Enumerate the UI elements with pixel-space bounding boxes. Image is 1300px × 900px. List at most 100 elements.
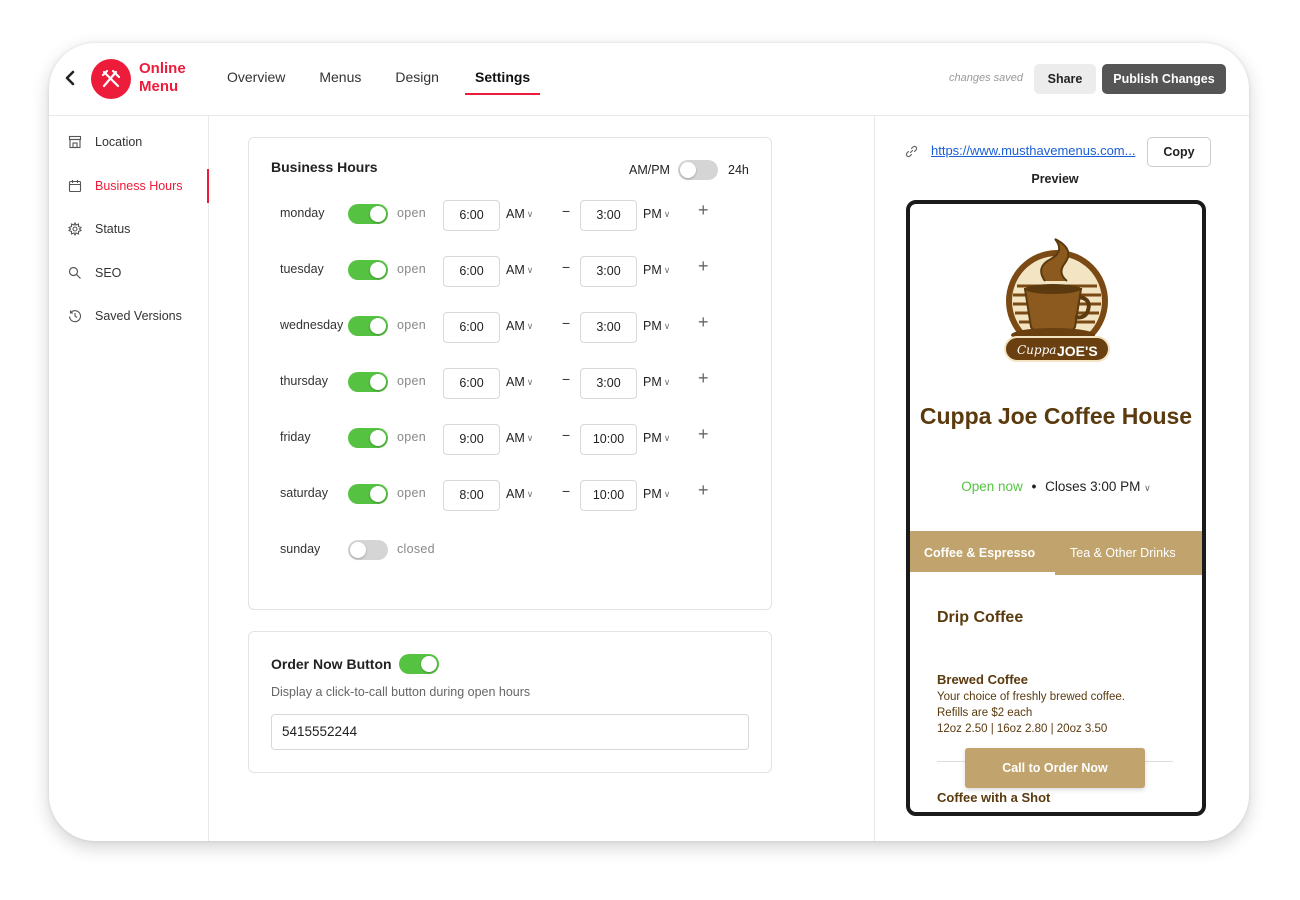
chevron-down-icon: ∨ [663, 265, 671, 275]
open-toggle[interactable] [348, 260, 388, 280]
range-dash: − [562, 315, 571, 331]
tab-menus[interactable]: Menus [319, 43, 361, 115]
app-window: Online Menu Overview Menus Design Settin… [49, 43, 1249, 841]
close-time-input[interactable]: 10:00 [580, 480, 637, 511]
settings-sidebar: Location Business Hours Status SEO Saved… [49, 116, 209, 841]
add-hours-button[interactable]: + [698, 480, 709, 501]
open-toggle[interactable] [348, 428, 388, 448]
day-state: open [397, 262, 427, 276]
open-period-select[interactable]: AM ∨ [506, 487, 533, 501]
open-time-input[interactable]: 6:00 [443, 312, 500, 343]
close-time-input[interactable]: 10:00 [580, 424, 637, 455]
add-hours-button[interactable]: + [698, 256, 709, 277]
day-state: open [397, 486, 427, 500]
tab-overview[interactable]: Overview [227, 43, 285, 115]
add-hours-button[interactable]: + [698, 312, 709, 333]
close-period-select[interactable]: PM ∨ [643, 487, 670, 501]
add-hours-button[interactable]: + [698, 200, 709, 221]
publish-button[interactable]: Publish Changes [1102, 64, 1226, 94]
open-status: Open now [961, 479, 1023, 494]
day-name: thursday [280, 374, 328, 388]
phone-input[interactable]: 5415552244 [271, 714, 749, 750]
sidebar-item-saved-versions[interactable]: Saved Versions [49, 299, 208, 333]
open-toggle[interactable] [348, 540, 388, 560]
open-period-select[interactable]: AM ∨ [506, 375, 533, 389]
close-period-select[interactable]: PM ∨ [643, 319, 670, 333]
close-period-select[interactable]: PM ∨ [643, 431, 670, 445]
close-period-select[interactable]: PM ∨ [643, 375, 670, 389]
open-time-input[interactable]: 8:00 [443, 480, 500, 511]
day-row-monday: monday open 6:00 AM ∨ − 3:00 PM ∨ + [249, 200, 769, 232]
close-time-input[interactable]: 3:00 [580, 256, 637, 287]
day-state: closed [397, 542, 435, 556]
tab-coffee-espresso[interactable]: Coffee & Espresso [924, 546, 1035, 560]
cafe-name: Cuppa Joe Coffee House [919, 403, 1193, 429]
sidebar-item-location[interactable]: Location [49, 125, 208, 159]
menu-url-link[interactable]: https://www.musthavemenus.com... [931, 143, 1135, 158]
chevron-down-icon: ∨ [663, 377, 671, 387]
open-toggle[interactable] [348, 372, 388, 392]
open-period-select[interactable]: AM ∨ [506, 207, 533, 221]
closes-time[interactable]: Closes 3:00 PM [1045, 479, 1140, 494]
period-label: PM [643, 263, 662, 277]
preview-panel: https://www.musthavemenus.com... Copy Pr… [874, 116, 1249, 841]
sidebar-item-status[interactable]: Status [49, 212, 208, 246]
day-row-wednesday: wednesday open 6:00 AM ∨ − 3:00 PM ∨ + [249, 312, 769, 344]
logo-line-2: Menu [139, 78, 179, 95]
logo-line-1: Online [139, 60, 186, 77]
period-label: AM [506, 431, 525, 445]
open-time-input[interactable]: 6:00 [443, 368, 500, 399]
period-label: PM [643, 487, 662, 501]
chevron-down-icon: ∨ [526, 209, 534, 219]
business-hours-title: Business Hours [271, 159, 378, 175]
range-dash: − [562, 203, 571, 219]
calendar-icon [68, 180, 82, 193]
day-name: wednesday [280, 318, 344, 332]
close-time-input[interactable]: 3:00 [580, 200, 637, 231]
chevron-down-icon: ∨ [663, 321, 671, 331]
day-state: open [397, 318, 427, 332]
open-period-select[interactable]: AM ∨ [506, 319, 533, 333]
period-label: PM [643, 375, 662, 389]
chevron-down-icon: ∨ [526, 265, 534, 275]
open-period-select[interactable]: AM ∨ [506, 431, 533, 445]
tab-settings[interactable]: Settings [464, 43, 541, 115]
open-time-input[interactable]: 9:00 [443, 424, 500, 455]
range-dash: − [562, 483, 571, 499]
format-24h-label: 24h [728, 163, 749, 177]
open-time-input[interactable]: 6:00 [443, 200, 500, 231]
add-hours-button[interactable]: + [698, 424, 709, 445]
save-status: changes saved [949, 72, 1023, 84]
share-button[interactable]: Share [1034, 64, 1096, 94]
back-arrow-icon[interactable] [63, 67, 77, 89]
open-time-input[interactable]: 6:00 [443, 256, 500, 287]
sidebar-item-label: SEO [95, 266, 122, 280]
open-toggle[interactable] [348, 204, 388, 224]
period-label: AM [506, 319, 525, 333]
tab-tea-other-drinks[interactable]: Tea & Other Drinks [1070, 546, 1176, 560]
sidebar-item-seo[interactable]: SEO [49, 256, 208, 290]
chevron-down-icon: ∨ [526, 489, 534, 499]
day-row-friday: friday open 9:00 AM ∨ − 10:00 PM ∨ + [249, 424, 769, 456]
open-toggle[interactable] [348, 316, 388, 336]
close-time-input[interactable]: 3:00 [580, 312, 637, 343]
close-period-select[interactable]: PM ∨ [643, 207, 670, 221]
close-period-select[interactable]: PM ∨ [643, 263, 670, 277]
sidebar-item-label: Location [95, 135, 143, 149]
close-time-input[interactable]: 3:00 [580, 368, 637, 399]
period-label: AM [506, 487, 525, 501]
add-hours-button[interactable]: + [698, 368, 709, 389]
day-state: open [397, 206, 427, 220]
order-now-card: Order Now Button Display a click-to-call… [248, 631, 772, 773]
menu-tabs: Coffee & Espresso Tea & Other Drinks [910, 531, 1202, 575]
sidebar-item-business-hours[interactable]: Business Hours [49, 169, 209, 203]
order-now-toggle[interactable] [399, 654, 439, 674]
open-period-select[interactable]: AM ∨ [506, 263, 533, 277]
tab-design[interactable]: Design [395, 43, 439, 115]
call-to-order-button[interactable]: Call to Order Now [965, 748, 1145, 788]
day-name: sunday [280, 542, 321, 556]
period-label: PM [643, 431, 662, 445]
copy-button[interactable]: Copy [1147, 137, 1211, 167]
time-format-toggle[interactable] [678, 160, 718, 180]
open-toggle[interactable] [348, 484, 388, 504]
